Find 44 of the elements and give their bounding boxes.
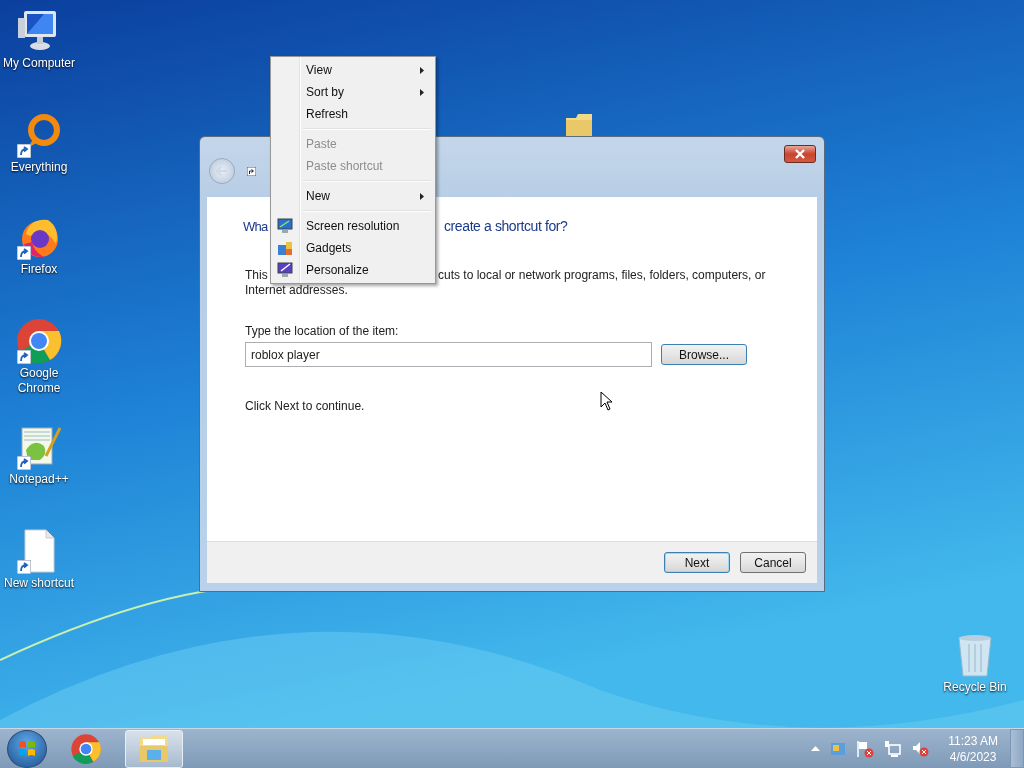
menu-item[interactable]: Personalize xyxy=(273,259,433,281)
icon-label[interactable]: Firefox xyxy=(2,262,76,277)
dialog-heading: Wha xyxy=(243,219,268,234)
start-button[interactable] xyxy=(7,729,47,768)
submenu-arrow-icon xyxy=(420,193,424,200)
dialog-heading: create a shortcut for? xyxy=(444,218,568,234)
description-text: cuts to local or network programs, files, folders, computers, or xyxy=(438,268,766,283)
monitor-icon xyxy=(277,262,293,278)
description-text: Internet addresses. xyxy=(245,283,349,298)
icon-label[interactable]: Google Chrome xyxy=(2,366,76,396)
icon-label[interactable]: Everything xyxy=(2,160,76,175)
close-button[interactable] xyxy=(784,145,816,163)
submenu-arrow-icon xyxy=(420,67,424,74)
browse-button[interactable]: Browse... xyxy=(661,344,747,365)
submenu-arrow-icon xyxy=(420,89,424,96)
flag-icon[interactable] xyxy=(856,739,875,758)
menu-item[interactable]: Gadgets xyxy=(273,237,433,259)
location-field[interactable]: roblox player xyxy=(245,342,652,367)
menu-item[interactable]: Sort by xyxy=(273,81,433,103)
gadgets-icon xyxy=(277,240,293,256)
description-text: This xyxy=(245,268,268,282)
up-arrow-icon[interactable] xyxy=(811,746,821,751)
taskbar-button[interactable] xyxy=(125,729,183,768)
icon-label[interactable]: My Computer xyxy=(2,56,76,71)
shortcut-icon xyxy=(247,166,256,176)
network-icon[interactable] xyxy=(884,739,903,758)
chrome-icon[interactable] xyxy=(15,317,63,365)
menu-item[interactable]: New xyxy=(273,185,433,207)
menu-item[interactable]: Refresh xyxy=(273,103,433,125)
dialog-button[interactable]: Next xyxy=(664,552,730,573)
icon-label[interactable]: Notepad++ xyxy=(2,472,76,487)
cursor-icon xyxy=(600,391,614,411)
monitor-icon xyxy=(277,218,293,234)
chrome-icon xyxy=(70,732,102,765)
folder-icon xyxy=(138,733,170,764)
close-icon xyxy=(794,149,806,159)
windows-logo-icon xyxy=(17,738,37,759)
back-arrow-icon xyxy=(216,166,228,176)
dialog-button[interactable]: Cancel xyxy=(740,552,806,573)
folder-icon xyxy=(564,114,594,136)
hint-text: Click Next to continue. xyxy=(245,399,365,413)
location-label: Type the location of the item: xyxy=(245,324,400,338)
menu-item[interactable]: Screen resolution xyxy=(273,215,433,237)
menu-item[interactable]: View xyxy=(273,59,433,81)
